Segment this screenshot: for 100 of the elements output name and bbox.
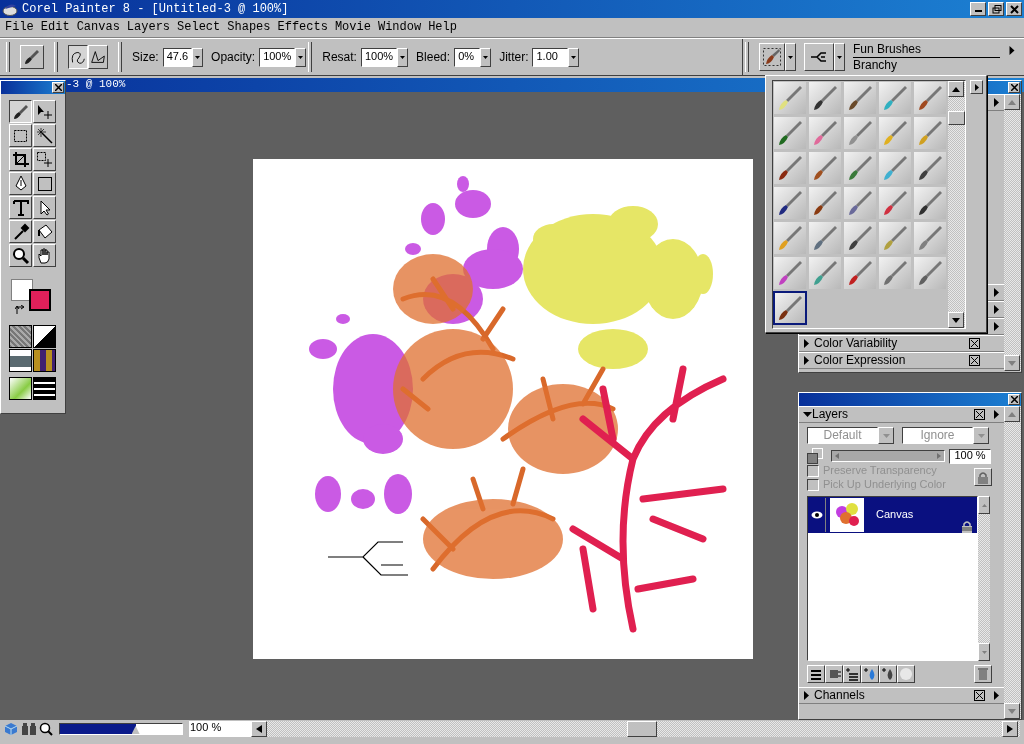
layer-action-button[interactable] — [879, 665, 897, 683]
dropdown-button[interactable] — [834, 43, 845, 71]
scrollbar-thumb[interactable] — [627, 721, 657, 737]
brush-tool-icon — [846, 259, 874, 287]
menu-item[interactable]: Canvas — [75, 20, 121, 35]
swap-arrows-icon — [15, 305, 25, 315]
menu-item[interactable]: Movie — [333, 20, 372, 35]
brush-tool-icon — [846, 119, 874, 147]
look-swatch[interactable] — [33, 377, 56, 400]
caret-icon — [195, 53, 201, 61]
dropdown-button[interactable] — [480, 47, 492, 67]
value-field[interactable]: 1.00 — [532, 47, 569, 67]
brush-variant-name: Branchy — [853, 58, 899, 73]
zoom-slider-thumb[interactable] — [131, 726, 140, 734]
layer-name[interactable]: Canvas — [876, 508, 961, 522]
scroll-right-button[interactable] — [1002, 721, 1018, 737]
scroll-up-button[interactable] — [948, 81, 964, 97]
layer-action-button[interactable] — [861, 665, 879, 683]
straight-line-stroke-button[interactable] — [88, 45, 108, 69]
close-icon — [1010, 396, 1018, 403]
menu-item[interactable]: Effects — [276, 20, 329, 35]
value-field[interactable]: 0% — [454, 47, 481, 67]
pattern-swatch[interactable] — [9, 349, 32, 372]
lock-button[interactable] — [974, 468, 992, 486]
up-arrow-icon — [981, 503, 987, 507]
menu-item[interactable]: Layers — [125, 20, 172, 35]
palette-title[interactable]: Color Expression — [814, 353, 969, 368]
palette-title[interactable]: Color Variability — [814, 336, 969, 351]
close-button[interactable] — [1008, 394, 1020, 405]
dropdown-button[interactable] — [295, 47, 307, 67]
secondary-color-swatch[interactable] — [29, 289, 51, 311]
value-field[interactable]: 47.6 — [162, 47, 193, 67]
layer-action-button[interactable] — [843, 665, 861, 683]
nozzle-swatch[interactable] — [9, 377, 32, 400]
dropdown-button[interactable] — [878, 427, 894, 444]
primary-color-swatch[interactable] — [11, 279, 33, 301]
dropdown-button[interactable] — [192, 47, 204, 67]
scroll-up-button[interactable] — [1004, 406, 1020, 422]
scroll-up-button[interactable] — [978, 496, 990, 514]
scroll-up-button[interactable] — [1004, 94, 1020, 110]
layer-action-button[interactable] — [897, 665, 915, 683]
dropdown-button[interactable] — [568, 47, 580, 67]
dropdown-button[interactable] — [785, 43, 796, 71]
value-field[interactable]: 100% — [259, 47, 296, 67]
brush-tool-icon — [776, 84, 804, 112]
document-title: -3 @ 100% — [66, 78, 126, 92]
brush-icon — [23, 48, 41, 66]
scroll-down-button[interactable] — [1004, 355, 1020, 371]
menu-item[interactable]: Edit — [39, 20, 71, 35]
menu-item[interactable]: File — [4, 20, 35, 35]
palette-menu-arrow-icon — [993, 691, 1000, 700]
down-arrow-icon — [981, 650, 987, 654]
brush-tool-icon — [881, 119, 909, 147]
left-arrow-icon — [835, 453, 839, 459]
close-button[interactable] — [1008, 82, 1020, 93]
layer-row[interactable]: Canvas — [808, 497, 977, 533]
close-button[interactable] — [1006, 2, 1022, 16]
opacity-field[interactable]: 100 % — [949, 448, 991, 464]
restore-button[interactable] — [988, 2, 1004, 16]
caret-icon — [483, 53, 489, 61]
app-logo-icon — [2, 2, 18, 16]
gradient-swatch[interactable] — [33, 325, 56, 348]
library-menu-button[interactable] — [970, 80, 983, 94]
dropdown-button[interactable] — [973, 427, 989, 444]
brush-variant-button[interactable] — [804, 43, 834, 71]
close-box-icon — [974, 409, 985, 420]
checkbox[interactable] — [807, 479, 819, 491]
brush-icon — [762, 47, 782, 67]
brush-tool-button[interactable] — [20, 45, 44, 69]
delete-layer-button[interactable] — [974, 665, 992, 683]
palette-title[interactable]: Layers — [812, 407, 974, 422]
scroll-down-button[interactable] — [1004, 703, 1020, 719]
value-field[interactable]: 100% — [360, 47, 398, 67]
paper-texture-swatch[interactable] — [9, 325, 32, 348]
weave-swatch[interactable] — [33, 349, 56, 372]
menu-item[interactable]: Shapes — [226, 20, 272, 35]
brush-tool-icon — [846, 189, 874, 217]
caret-icon — [882, 433, 890, 438]
layer-action-button[interactable] — [807, 665, 825, 683]
scroll-down-button[interactable] — [948, 312, 964, 328]
caret-icon — [837, 53, 842, 61]
layer-action-button[interactable] — [825, 665, 843, 683]
palette-title[interactable]: Channels — [814, 688, 974, 703]
menu-item[interactable]: Select — [176, 20, 222, 35]
brush-category-button[interactable] — [773, 291, 807, 325]
scroll-left-button[interactable] — [251, 721, 267, 737]
close-button[interactable] — [52, 82, 64, 93]
scroll-down-button[interactable] — [978, 643, 990, 661]
menu-item[interactable]: Window — [376, 20, 423, 35]
checkbox[interactable] — [807, 465, 819, 477]
menu-item[interactable]: Help — [427, 20, 458, 35]
brush-tool-icon — [811, 189, 839, 217]
scrollbar-thumb[interactable] — [948, 111, 965, 125]
tool-button[interactable] — [9, 100, 32, 123]
zoom-field[interactable]: 100 % — [189, 721, 251, 737]
down-arrow-icon — [1008, 360, 1016, 366]
minimize-button[interactable] — [970, 2, 986, 16]
caret-icon — [788, 53, 793, 61]
freehand-stroke-button[interactable] — [68, 45, 88, 69]
dropdown-button[interactable] — [397, 47, 409, 67]
